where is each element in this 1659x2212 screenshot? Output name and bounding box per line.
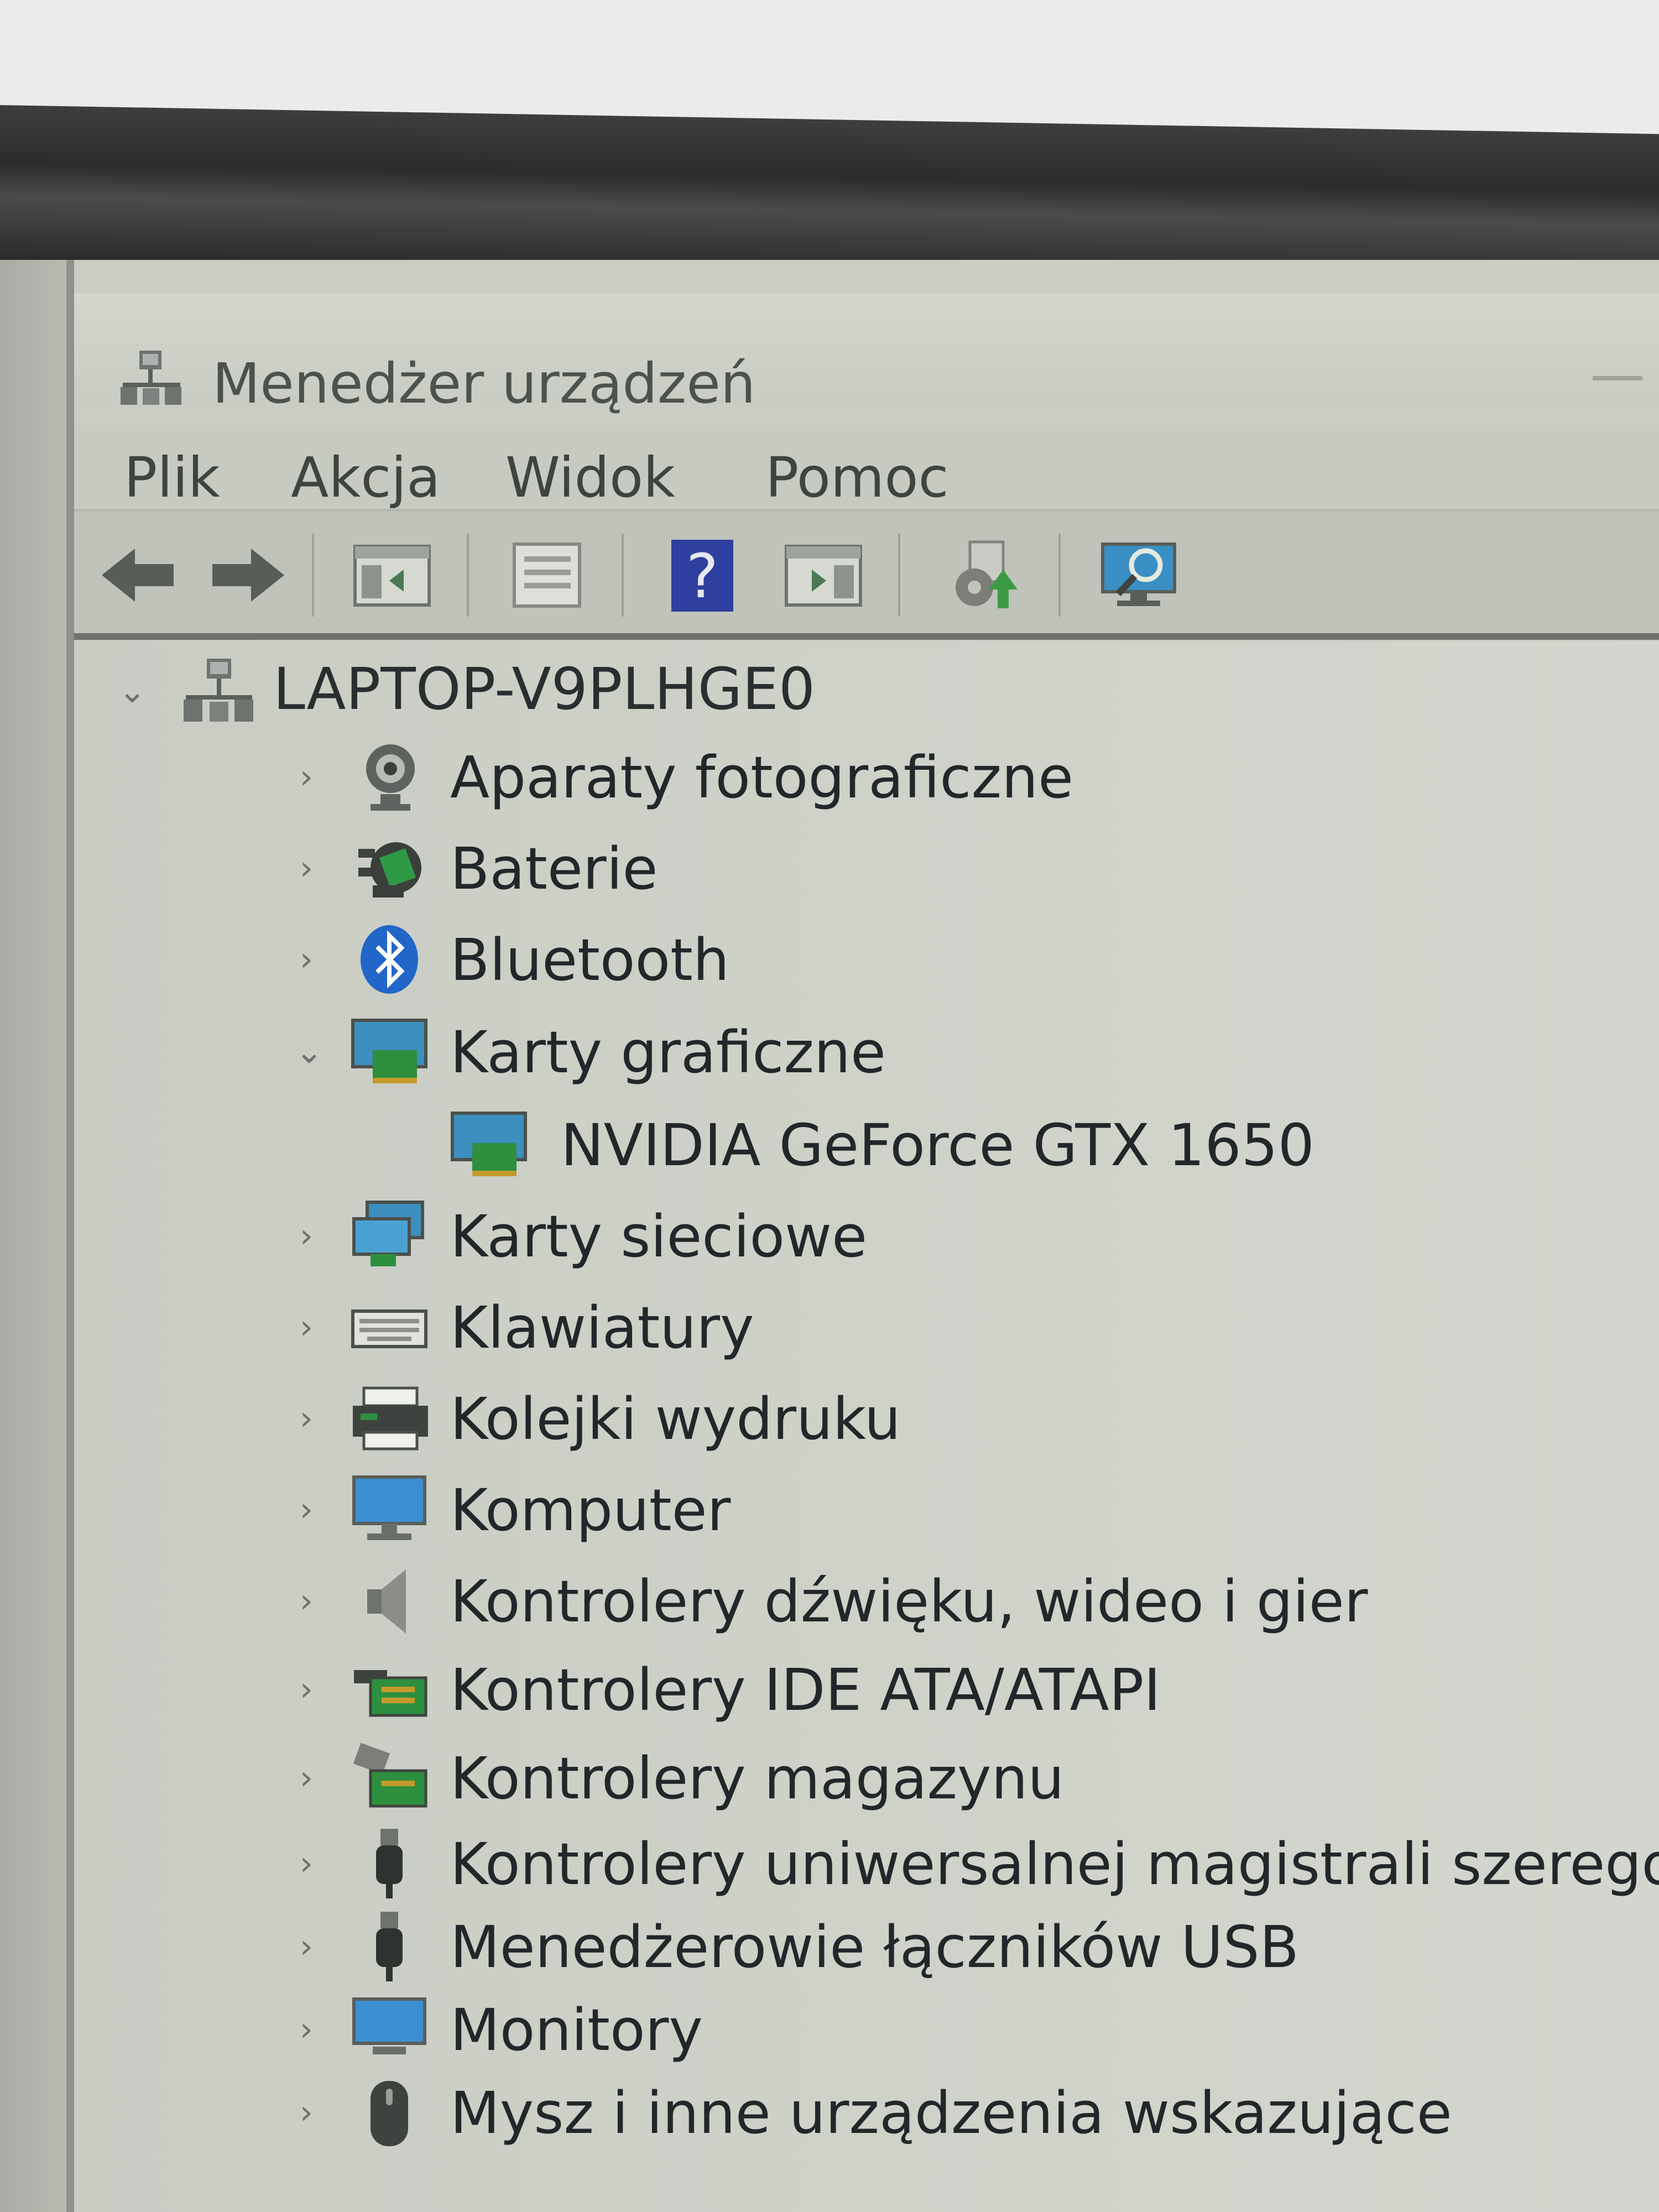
tree-item-label: Kontrolery uniwersalnej magistrali szere… [450, 1830, 1659, 1898]
chevron-right-icon[interactable]: › [295, 1219, 317, 1253]
display-adapter-icon [351, 1019, 427, 1083]
chevron-right-icon[interactable]: › [295, 852, 317, 885]
toolbar: ? [74, 512, 1659, 640]
properties-icon[interactable] [505, 536, 588, 614]
printer-icon [353, 1386, 428, 1451]
chevron-down-icon[interactable]: ⌄ [295, 1035, 323, 1068]
chevron-right-icon[interactable]: › [295, 1847, 317, 1880]
screen: Menedżer urządzeń Plik Akcja Widok Pomoc [0, 260, 1659, 2212]
menu-widok[interactable]: Widok [505, 445, 675, 510]
tree-item-label: Bluetooth [450, 926, 729, 994]
back-arrow-icon[interactable] [96, 536, 179, 614]
tree-item-label: Kolejki wydruku [450, 1385, 901, 1453]
title-bar: Menedżer urządzeń [74, 293, 1659, 416]
mouse-icon [371, 2081, 408, 2146]
forward-arrow-icon[interactable] [207, 536, 290, 614]
tree-item-label: Kontrolery magazynu [450, 1745, 1065, 1812]
chevron-right-icon[interactable]: › [295, 760, 317, 794]
show-action-pane-icon[interactable] [782, 536, 865, 614]
usb-connector-icon [376, 1912, 403, 1981]
svg-text:?: ? [686, 541, 718, 612]
chevron-right-icon[interactable]: › [295, 1311, 317, 1344]
battery-icon [358, 842, 421, 898]
tree-item-label: Karty sieciowe [450, 1203, 868, 1270]
chevron-down-icon[interactable]: ⌄ [118, 675, 146, 708]
chevron-right-icon[interactable]: › [295, 2096, 317, 2129]
tree-item-label: Aparaty fotograficzne [450, 744, 1074, 811]
menu-plik[interactable]: Plik [124, 445, 220, 510]
chevron-right-icon[interactable]: › [295, 1930, 317, 1963]
chevron-right-icon[interactable]: › [295, 1493, 317, 1526]
toolbar-separator [467, 534, 469, 617]
camera-icon [366, 744, 415, 811]
device-manager-icon [121, 351, 181, 405]
tree-item-label: Menedżerowie łączników USB [450, 1913, 1299, 1981]
toolbar-separator [1058, 534, 1061, 617]
help-icon[interactable]: ? [660, 536, 743, 614]
menu-pomoc[interactable]: Pomoc [765, 445, 949, 510]
monitor-icon [352, 1997, 426, 2054]
menu-akcja[interactable]: Akcja [291, 445, 440, 510]
show-hide-console-tree-icon[interactable] [351, 536, 434, 614]
chevron-right-icon[interactable]: › [295, 943, 317, 976]
toolbar-separator [622, 534, 624, 617]
tree-item-label: Klawiatury [450, 1294, 754, 1361]
chevron-right-icon[interactable]: › [295, 1402, 317, 1435]
device-tree: ⌄ LAPTOP-V9PLHGE0 › Aparaty fotograficzn… [74, 641, 1659, 2212]
chevron-right-icon[interactable]: › [295, 1584, 317, 1618]
scan-hardware-changes-icon[interactable] [1097, 536, 1180, 614]
menu-bar: Plik Akcja Widok Pomoc [74, 426, 1659, 512]
computer-name: LAPTOP-V9PLHGE0 [273, 655, 816, 723]
network-adapter-icon [352, 1201, 424, 1266]
tree-item-label: Baterie [450, 835, 658, 902]
minimize-button[interactable] [1593, 376, 1642, 380]
tree-item-label: Komputer [450, 1477, 731, 1544]
storage-controller-icon [353, 1743, 427, 1808]
tree-item-label: Monitory [450, 1996, 703, 2064]
toolbar-separator [898, 534, 900, 617]
tree-item-label: Mysz i inne urządzenia wskazujące [450, 2079, 1452, 2147]
computer-root-icon [184, 659, 253, 722]
tree-item-label: Kontrolery dźwięku, wideo i gier [450, 1568, 1368, 1635]
keyboard-icon [351, 1310, 427, 1348]
chevron-right-icon[interactable]: › [295, 1673, 317, 1706]
bluetooth-icon [361, 925, 418, 994]
update-driver-icon[interactable] [942, 536, 1025, 614]
window-title: Menedżer urządzeń [212, 351, 756, 416]
device-label: NVIDIA GeForce GTX 1650 [561, 1112, 1314, 1179]
background-window-edge [0, 260, 74, 2212]
computer-icon [352, 1475, 426, 1540]
display-adapter-icon [451, 1112, 527, 1176]
chevron-right-icon[interactable]: › [295, 2013, 317, 2046]
toolbar-separator [312, 534, 314, 617]
chevron-right-icon[interactable]: › [295, 1761, 317, 1794]
ide-controller-icon [354, 1670, 427, 1717]
speaker-icon [367, 1569, 406, 1634]
tree-item-label: Kontrolery IDE ATA/ATAPI [450, 1656, 1161, 1724]
tree-item-label: Karty graficzne [450, 1019, 886, 1086]
device-manager-window: Menedżer urządzeń Plik Akcja Widok Pomoc [74, 260, 1659, 2212]
usb-icon [376, 1829, 403, 1898]
